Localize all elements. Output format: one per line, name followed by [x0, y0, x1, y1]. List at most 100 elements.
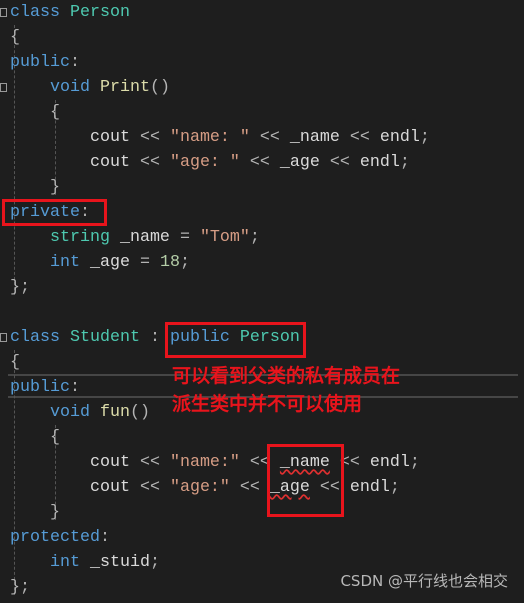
code-token: cout — [89, 453, 140, 472]
code-token: endl — [359, 153, 400, 172]
code-token: public — [10, 53, 70, 72]
code-token: { — [49, 428, 60, 447]
code-token: () — [149, 78, 170, 97]
fold-toggle-icon[interactable] — [0, 8, 7, 17]
code-token: << — [139, 153, 170, 172]
code-token: endl — [369, 453, 410, 472]
code-token: ; — [249, 228, 260, 247]
code-token: : — [69, 378, 80, 397]
code-token: endl — [379, 128, 420, 147]
code-line[interactable]: cout << "age: " << _age << endl; — [10, 150, 430, 175]
annotation-line-2: 派生类中并不可以使用 — [172, 393, 363, 415]
code-token: fun — [99, 403, 130, 422]
code-token: ; — [409, 453, 420, 472]
annotation-line-1: 可以看到父类的私有成员在 — [172, 365, 401, 387]
code-line[interactable]: int _age = 18; — [10, 250, 430, 275]
code-token: ; — [389, 478, 400, 497]
code-line[interactable]: cout << "name: " << _name << endl; — [10, 125, 430, 150]
code-token: string — [49, 228, 120, 247]
code-token: ; — [179, 253, 190, 272]
code-line[interactable]: protected: — [10, 525, 430, 550]
code-token: << — [239, 478, 270, 497]
code-token: 18 — [159, 253, 180, 272]
code-token: { — [10, 353, 20, 372]
code-editor[interactable]: class Person{public: void Print() { cout… — [10, 0, 430, 600]
code-token: << — [139, 453, 170, 472]
code-token: { — [10, 28, 20, 47]
code-token: class — [10, 3, 70, 22]
code-line[interactable]: { — [10, 425, 430, 450]
code-token: << — [249, 153, 280, 172]
code-token: ; — [149, 553, 160, 572]
code-token: int — [49, 553, 90, 572]
code-token: }; — [10, 278, 30, 297]
code-token: << — [329, 153, 360, 172]
code-token: : — [99, 528, 110, 547]
code-token: ; — [419, 128, 430, 147]
code-token: _name — [119, 228, 180, 247]
code-line[interactable]: cout << "name:" << _name << endl; — [10, 450, 430, 475]
code-token: _name — [289, 128, 350, 147]
code-line[interactable]: { — [10, 100, 430, 125]
watermark: CSDN @平行线也会相交 — [340, 572, 508, 590]
code-token: () — [129, 403, 150, 422]
code-token: protected — [10, 528, 100, 547]
code-token: Person — [69, 3, 130, 22]
code-token: "age: " — [169, 153, 250, 172]
code-token: << — [139, 478, 170, 497]
code-token: { — [49, 103, 60, 122]
code-line[interactable]: class Person — [10, 0, 430, 25]
code-line[interactable]: } — [10, 175, 430, 200]
code-token: } — [49, 503, 60, 522]
fold-toggle-icon[interactable] — [0, 83, 7, 92]
code-token: Student — [69, 328, 150, 347]
code-token: _age — [279, 153, 330, 172]
code-line[interactable]: string _name = "Tom"; — [10, 225, 430, 250]
code-token: _stuid — [89, 553, 150, 572]
code-token: = — [179, 228, 200, 247]
code-token: void — [49, 78, 100, 97]
code-line[interactable]: { — [10, 25, 430, 50]
code-token: }; — [10, 578, 30, 597]
code-token: int — [49, 253, 90, 272]
code-line[interactable]: public: — [10, 50, 430, 75]
highlight-box-base-class — [165, 322, 306, 358]
code-token: << — [349, 128, 380, 147]
highlight-box-members — [267, 444, 344, 517]
fold-toggle-icon[interactable] — [0, 333, 7, 342]
code-token: "Tom" — [199, 228, 250, 247]
code-token: void — [49, 403, 100, 422]
code-token: public — [10, 378, 70, 397]
code-line[interactable]: } — [10, 500, 430, 525]
code-token: << — [139, 128, 170, 147]
code-token: endl — [349, 478, 390, 497]
code-token: cout — [89, 153, 140, 172]
code-token: class — [10, 328, 70, 347]
code-token: << — [339, 453, 370, 472]
code-token: _age — [89, 253, 140, 272]
code-line[interactable]: void Print() — [10, 75, 430, 100]
code-token: } — [49, 178, 60, 197]
code-token: Print — [99, 78, 150, 97]
code-line[interactable]: }; — [10, 275, 430, 300]
code-token: << — [259, 128, 290, 147]
code-token: "name:" — [169, 453, 250, 472]
code-token: : — [69, 53, 80, 72]
code-token: "age:" — [169, 478, 240, 497]
code-token: ; — [399, 153, 410, 172]
code-token: = — [139, 253, 160, 272]
code-line[interactable]: cout << "age:" << _age << endl; — [10, 475, 430, 500]
code-token: cout — [89, 478, 140, 497]
code-token: "name: " — [169, 128, 260, 147]
